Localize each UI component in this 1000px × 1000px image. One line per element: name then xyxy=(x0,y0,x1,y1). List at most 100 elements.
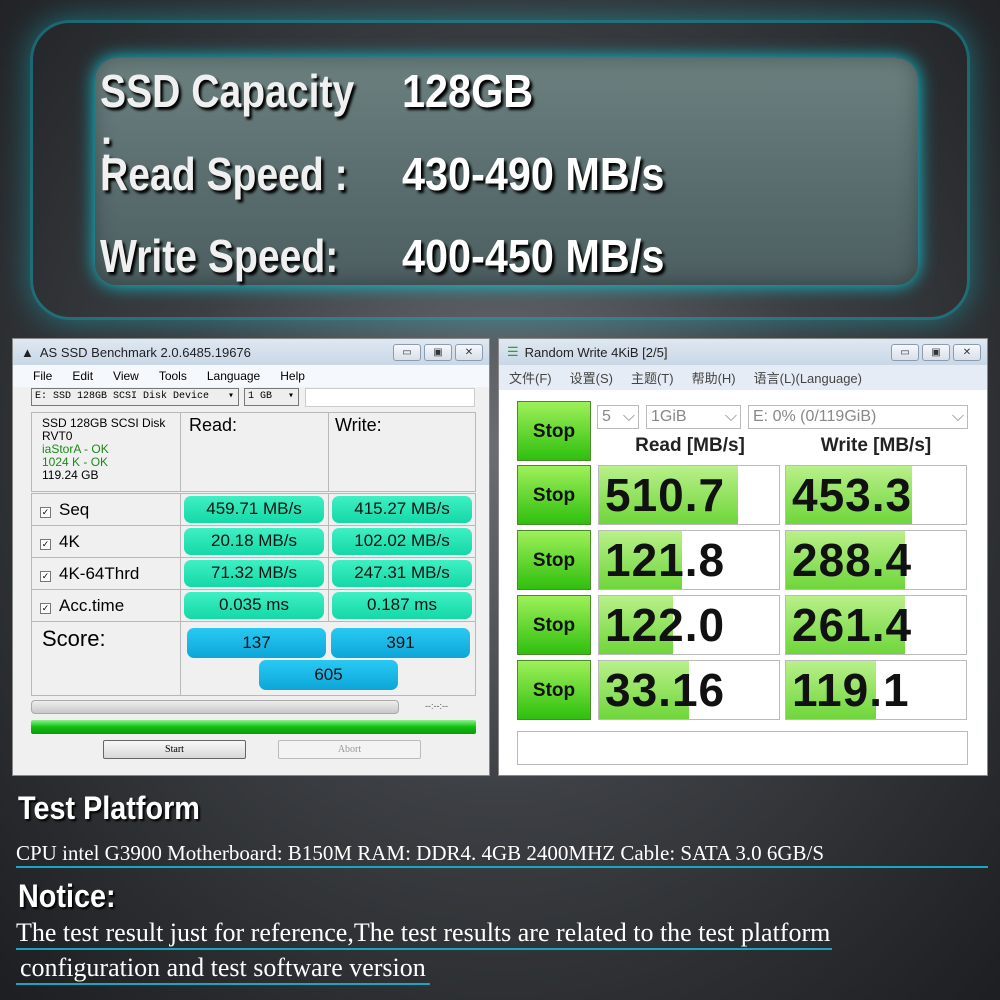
maximize-button[interactable]: ▣ xyxy=(922,343,950,361)
platform-heading: Test Platform xyxy=(18,790,200,826)
menu-view[interactable]: View xyxy=(113,369,139,383)
drive-select[interactable]: E: SSD 128GB SCSI Disk Device ▾ xyxy=(31,388,239,406)
menu-file[interactable]: 文件(F) xyxy=(509,368,552,387)
read-result: 33.16 xyxy=(598,660,780,720)
crystaldiskmark-window: ☰ Random Write 4KiB [2/5] ▭ ▣ ✕ 文件(F) 设置(S) 主… xyxy=(498,338,988,776)
read-value: 510.7 xyxy=(605,469,726,521)
menu-settings[interactable]: 设置(S) xyxy=(570,368,613,387)
window-title: Random Write 4KiB [2/5] xyxy=(524,344,668,360)
stop-button[interactable]: Stop xyxy=(517,660,591,720)
score-write: 391 xyxy=(331,628,470,658)
chevron-down-icon: ⌵ xyxy=(622,408,635,425)
read-result: 121.8 xyxy=(598,530,780,590)
read-value: 33.16 xyxy=(605,664,726,716)
read-value: 430-490 MB/s xyxy=(402,148,665,200)
row-label-cell: ✓ 4K xyxy=(31,525,181,558)
minimize-button[interactable]: ▭ xyxy=(891,343,919,361)
write-header: Write: xyxy=(328,412,476,492)
stop-button[interactable]: Stop xyxy=(517,595,591,655)
size-select[interactable]: 1GiB ⌵ xyxy=(646,405,741,429)
app-icon: ☰ xyxy=(507,344,519,359)
checkbox[interactable]: ✓ xyxy=(40,603,51,614)
title-bar: ▲ AS SSD Benchmark 2.0.6485.19676 ▭ ▣ ✕ xyxy=(13,339,489,365)
maximize-button[interactable]: ▣ xyxy=(424,343,452,361)
notice-line-1: The test result just for reference,The t… xyxy=(16,918,833,950)
close-button[interactable]: ✕ xyxy=(953,343,981,361)
extra-field[interactable] xyxy=(305,388,475,407)
stop-button[interactable]: Stop xyxy=(517,530,591,590)
notice-heading: Notice: xyxy=(18,878,116,914)
read-result: 20.18 MB/s xyxy=(184,528,324,555)
chevron-down-icon: ⌵ xyxy=(951,408,964,425)
count-value: 5 xyxy=(602,408,611,425)
write-result: 102.02 MB/s xyxy=(332,528,472,555)
title-bar: ☰ Random Write 4KiB [2/5] ▭ ▣ ✕ xyxy=(499,339,987,365)
start-button[interactable]: Start xyxy=(103,740,246,759)
write-result: 415.27 MB/s xyxy=(332,496,472,523)
test-progress-bar xyxy=(31,700,399,714)
read-result: 122.0 xyxy=(598,595,780,655)
count-select[interactable]: 5 ⌵ xyxy=(597,405,639,429)
drive-info: SSD 128GB SCSI Disk RVT0 iaStorA - OK 1024… xyxy=(31,412,181,492)
menu-bar: 文件(F) 设置(S) 主题(T) 帮助(H) 语言(L)(Language) xyxy=(499,365,987,390)
menu-help[interactable]: 帮助(H) xyxy=(692,368,736,387)
row-label-cell: ✓ Seq xyxy=(31,493,181,526)
write-result: 0.187 ms xyxy=(332,592,472,619)
row-label: Seq xyxy=(59,500,90,519)
read-value: 121.8 xyxy=(605,534,726,586)
checkbox[interactable]: ✓ xyxy=(40,539,51,550)
write-result: 453.3 xyxy=(785,465,967,525)
comment-field[interactable] xyxy=(517,731,968,765)
stop-button[interactable]: Stop xyxy=(517,465,591,525)
menu-language[interactable]: 语言(L)(Language) xyxy=(754,368,862,387)
elapsed-time: --:--:-- xyxy=(425,701,448,711)
abort-button[interactable]: Abort xyxy=(278,740,421,759)
write-value: 400-450 MB/s xyxy=(402,230,665,282)
drive-value: E: 0% (0/119GiB) xyxy=(753,408,877,425)
row-label: Acc.time xyxy=(59,596,125,615)
read-result: 0.035 ms xyxy=(184,592,324,619)
write-result: 261.4 xyxy=(785,595,967,655)
write-value: 288.4 xyxy=(792,534,913,586)
write-value: 261.4 xyxy=(792,599,913,651)
score-read: 137 xyxy=(187,628,326,658)
menu-theme[interactable]: 主题(T) xyxy=(631,368,674,387)
chevron-down-icon: ▾ xyxy=(227,391,234,402)
row-label: 4K-64Thrd xyxy=(59,564,140,583)
write-label: Write Speed: xyxy=(100,230,339,282)
score-total: 605 xyxy=(259,660,398,690)
read-row: Read Speed : 430-490 MB/s xyxy=(100,147,664,201)
write-result: 288.4 xyxy=(785,530,967,590)
menu-help[interactable]: Help xyxy=(280,369,305,383)
chevron-down-icon: ▾ xyxy=(287,391,294,402)
drive-value: E: SSD 128GB SCSI Disk Device xyxy=(35,391,210,402)
total-progress-bar xyxy=(31,720,476,734)
row-label-cell: ✓ 4K-64Thrd xyxy=(31,557,181,590)
read-label: Read Speed : xyxy=(100,148,348,200)
checkbox[interactable]: ✓ xyxy=(40,571,51,582)
write-result: 247.31 MB/s xyxy=(332,560,472,587)
read-result: 71.32 MB/s xyxy=(184,560,324,587)
stop-all-button[interactable]: Stop xyxy=(517,401,591,461)
notice-line-2: configuration and test software version xyxy=(16,953,430,985)
app-icon: ▲ xyxy=(21,344,34,360)
menu-tools[interactable]: Tools xyxy=(159,369,187,383)
size-value: 1 GB xyxy=(248,391,273,402)
close-button[interactable]: ✕ xyxy=(455,343,483,361)
platform-text: CPU intel G3900 Motherboard: B150M RAM: … xyxy=(16,841,988,868)
checkbox[interactable]: ✓ xyxy=(40,507,51,518)
chevron-down-icon: ⌵ xyxy=(724,408,737,425)
capacity-value: 128GB xyxy=(402,65,534,117)
read-value: 122.0 xyxy=(605,599,726,651)
size-select[interactable]: 1 GB ▾ xyxy=(244,388,299,406)
read-header: Read [MB/s] xyxy=(635,435,745,456)
as-ssd-window: ▲ AS SSD Benchmark 2.0.6485.19676 ▭ ▣ ✕ Fil… xyxy=(12,338,490,776)
minimize-button[interactable]: ▭ xyxy=(393,343,421,361)
read-result: 510.7 xyxy=(598,465,780,525)
row-label: 4K xyxy=(59,532,80,551)
menu-file[interactable]: File xyxy=(33,369,52,383)
size-value: 1GiB xyxy=(651,408,687,425)
drive-select[interactable]: E: 0% (0/119GiB) ⌵ xyxy=(748,405,968,429)
menu-language[interactable]: Language xyxy=(207,369,260,383)
menu-edit[interactable]: Edit xyxy=(72,369,93,383)
